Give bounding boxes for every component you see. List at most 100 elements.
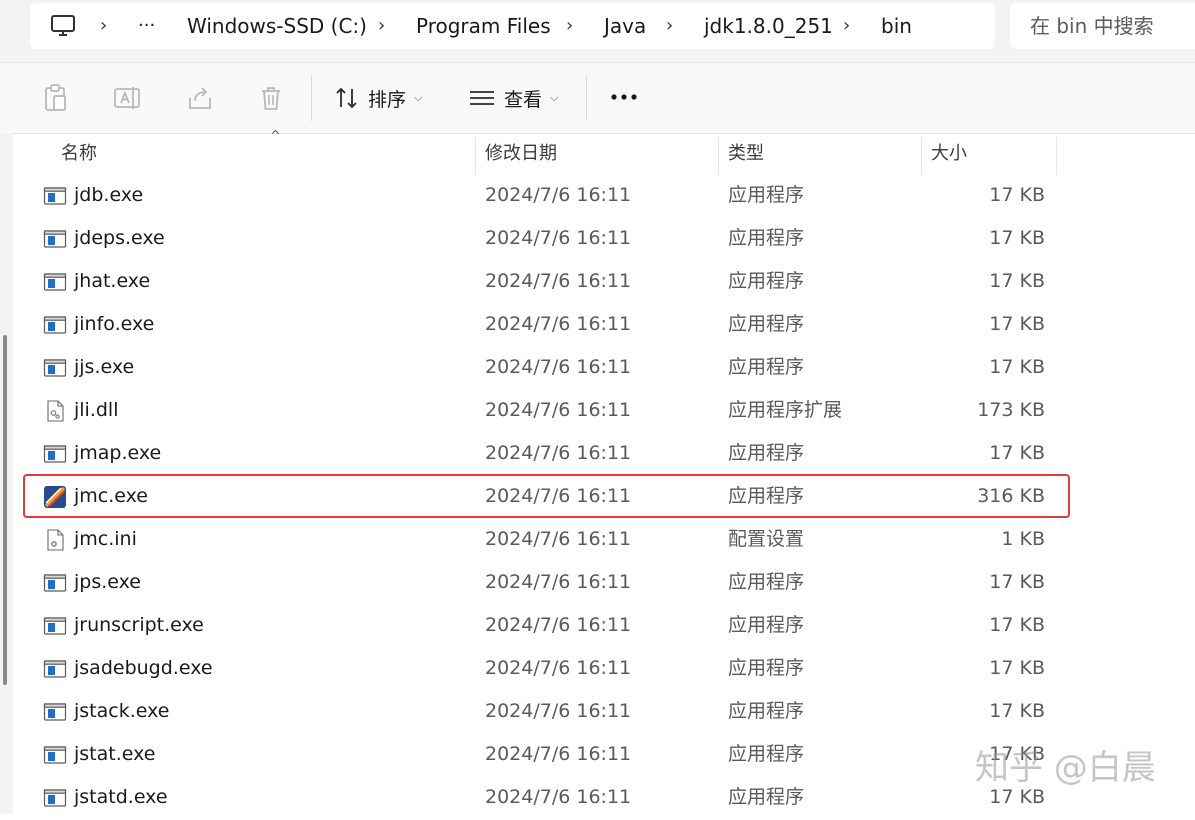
file-row[interactable]: jmc.ini 2024/7/6 16:11 配置设置 1 KB <box>13 519 1195 562</box>
chevron-right-icon[interactable]: › <box>666 3 673 49</box>
file-row[interactable]: jdeps.exe 2024/7/6 16:11 应用程序 17 KB <box>13 218 1195 261</box>
column-header-size[interactable]: 大小 <box>931 133 967 175</box>
file-name[interactable]: jstack.exe <box>74 691 169 734</box>
file-size: 17 KB <box>989 184 1045 206</box>
sort-button[interactable]: 排序 ⌵ <box>334 79 422 117</box>
file-name[interactable]: jmc.ini <box>74 519 137 562</box>
file-row[interactable]: jjs.exe 2024/7/6 16:11 应用程序 17 KB <box>13 347 1195 390</box>
file-type: 应用程序 <box>728 614 805 636</box>
file-type: 应用程序 <box>728 313 805 335</box>
file-row[interactable]: jinfo.exe 2024/7/6 16:11 应用程序 17 KB <box>13 304 1195 347</box>
chevron-right-icon[interactable]: › <box>100 3 107 49</box>
breadcrumb-item-drive[interactable]: Windows-SSD (C:) <box>187 3 367 49</box>
file-modified-date: 2024/7/6 16:11 <box>485 614 632 636</box>
file-type: 应用程序 <box>728 442 805 464</box>
file-name[interactable]: jdb.exe <box>74 175 143 218</box>
file-type: 配置设置 <box>728 528 805 550</box>
file-name[interactable]: jmap.exe <box>74 433 161 476</box>
file-modified-date: 2024/7/6 16:11 <box>485 528 632 550</box>
file-modified-date: 2024/7/6 16:11 <box>485 356 632 378</box>
file-name[interactable]: jjs.exe <box>74 347 134 390</box>
file-modified-date: 2024/7/6 16:11 <box>485 442 632 464</box>
file-row[interactable]: jli.dll 2024/7/6 16:11 应用程序扩展 173 KB <box>13 390 1195 433</box>
file-size: 316 KB <box>977 485 1045 507</box>
chevron-down-icon: ⌵ <box>414 91 423 104</box>
file-type: 应用程序 <box>728 743 805 765</box>
exe-icon <box>43 442 67 466</box>
file-name[interactable]: jps.exe <box>74 562 141 605</box>
view-list-icon <box>470 91 494 105</box>
exe-icon <box>43 786 67 810</box>
breadcrumb-item-jdk[interactable]: jdk1.8.0_251 <box>704 3 833 49</box>
file-name[interactable]: jstat.exe <box>74 734 155 777</box>
file-name[interactable]: jdeps.exe <box>74 218 165 261</box>
sort-ascending-icon: ^ <box>270 129 281 144</box>
column-header-type[interactable]: 类型 <box>728 133 764 175</box>
share-icon[interactable] <box>185 83 215 113</box>
column-divider[interactable] <box>921 137 922 175</box>
delete-icon[interactable] <box>256 83 286 113</box>
file-size: 17 KB <box>989 700 1045 722</box>
scrollbar-thumb[interactable] <box>3 335 7 685</box>
file-type: 应用程序 <box>728 356 805 378</box>
file-name[interactable]: jsadebugd.exe <box>74 648 213 691</box>
breadcrumb-item-program-files[interactable]: Program Files <box>416 3 551 49</box>
file-row[interactable]: jrunscript.exe 2024/7/6 16:11 应用程序 17 KB <box>13 605 1195 648</box>
file-row[interactable]: jsadebugd.exe 2024/7/6 16:11 应用程序 17 KB <box>13 648 1195 691</box>
exe-icon <box>43 184 67 208</box>
sort-icon <box>336 87 357 109</box>
file-modified-date: 2024/7/6 16:11 <box>485 485 632 507</box>
breadcrumb-item-java[interactable]: Java <box>604 3 646 49</box>
rename-icon[interactable] <box>112 83 142 113</box>
file-row[interactable]: jstack.exe 2024/7/6 16:11 应用程序 17 KB <box>13 691 1195 734</box>
watermark: 知乎 @白晨 <box>975 748 1156 788</box>
file-modified-date: 2024/7/6 16:11 <box>485 184 632 206</box>
column-header-row: ^ 名称 修改日期 类型 大小 <box>13 129 1195 175</box>
breadcrumb-overflow[interactable]: ··· <box>138 3 155 49</box>
column-divider[interactable] <box>475 137 476 175</box>
file-row[interactable]: jps.exe 2024/7/6 16:11 应用程序 17 KB <box>13 562 1195 605</box>
file-size: 17 KB <box>989 442 1045 464</box>
toolbar-divider <box>311 75 312 121</box>
chevron-right-icon[interactable]: › <box>566 3 573 49</box>
file-row[interactable]: jhat.exe 2024/7/6 16:11 应用程序 17 KB <box>13 261 1195 304</box>
exe-icon <box>43 700 67 724</box>
chevron-right-icon[interactable]: › <box>378 3 385 49</box>
column-header-modified[interactable]: 修改日期 <box>485 133 557 175</box>
exe-icon <box>43 270 67 294</box>
file-type: 应用程序扩展 <box>728 399 843 421</box>
more-options-icon[interactable] <box>608 85 642 109</box>
search-box[interactable]: 在 bin 中搜索 <box>1010 3 1195 49</box>
breadcrumb[interactable]: › ··· Windows-SSD (C:) › Program Files ›… <box>30 3 995 49</box>
column-divider[interactable] <box>1056 137 1057 175</box>
file-row[interactable]: jmc.exe 2024/7/6 16:11 应用程序 316 KB <box>13 476 1195 519</box>
view-button[interactable]: 查看 ⌵ <box>468 79 558 117</box>
file-row[interactable]: jmap.exe 2024/7/6 16:11 应用程序 17 KB <box>13 433 1195 476</box>
file-modified-date: 2024/7/6 16:11 <box>485 313 632 335</box>
file-modified-date: 2024/7/6 16:11 <box>485 657 632 679</box>
file-name[interactable]: jrunscript.exe <box>74 605 204 648</box>
file-size: 17 KB <box>989 571 1045 593</box>
file-size: 1 KB <box>1001 528 1045 550</box>
file-name[interactable]: jmc.exe <box>74 476 148 519</box>
command-bar: 排序 ⌵ 查看 ⌵ <box>0 62 1195 134</box>
file-name[interactable]: jhat.exe <box>74 261 150 304</box>
file-size: 17 KB <box>989 227 1045 249</box>
file-type: 应用程序 <box>728 485 805 507</box>
file-name[interactable]: jli.dll <box>74 390 119 433</box>
file-name[interactable]: jinfo.exe <box>74 304 154 347</box>
file-row[interactable]: jdb.exe 2024/7/6 16:11 应用程序 17 KB <box>13 175 1195 218</box>
file-type: 应用程序 <box>728 700 805 722</box>
exe-icon <box>43 657 67 681</box>
breadcrumb-item-bin[interactable]: bin <box>881 3 912 49</box>
file-size: 17 KB <box>989 270 1045 292</box>
column-divider[interactable] <box>718 137 719 175</box>
exe-icon <box>43 571 67 595</box>
column-header-name[interactable]: 名称 <box>61 133 97 175</box>
file-modified-date: 2024/7/6 16:11 <box>485 571 632 593</box>
this-pc-icon[interactable] <box>50 14 76 38</box>
paste-icon[interactable] <box>40 83 70 113</box>
file-size: 17 KB <box>989 614 1045 636</box>
chevron-right-icon[interactable]: › <box>843 3 850 49</box>
search-input[interactable]: 在 bin 中搜索 <box>1030 3 1154 49</box>
